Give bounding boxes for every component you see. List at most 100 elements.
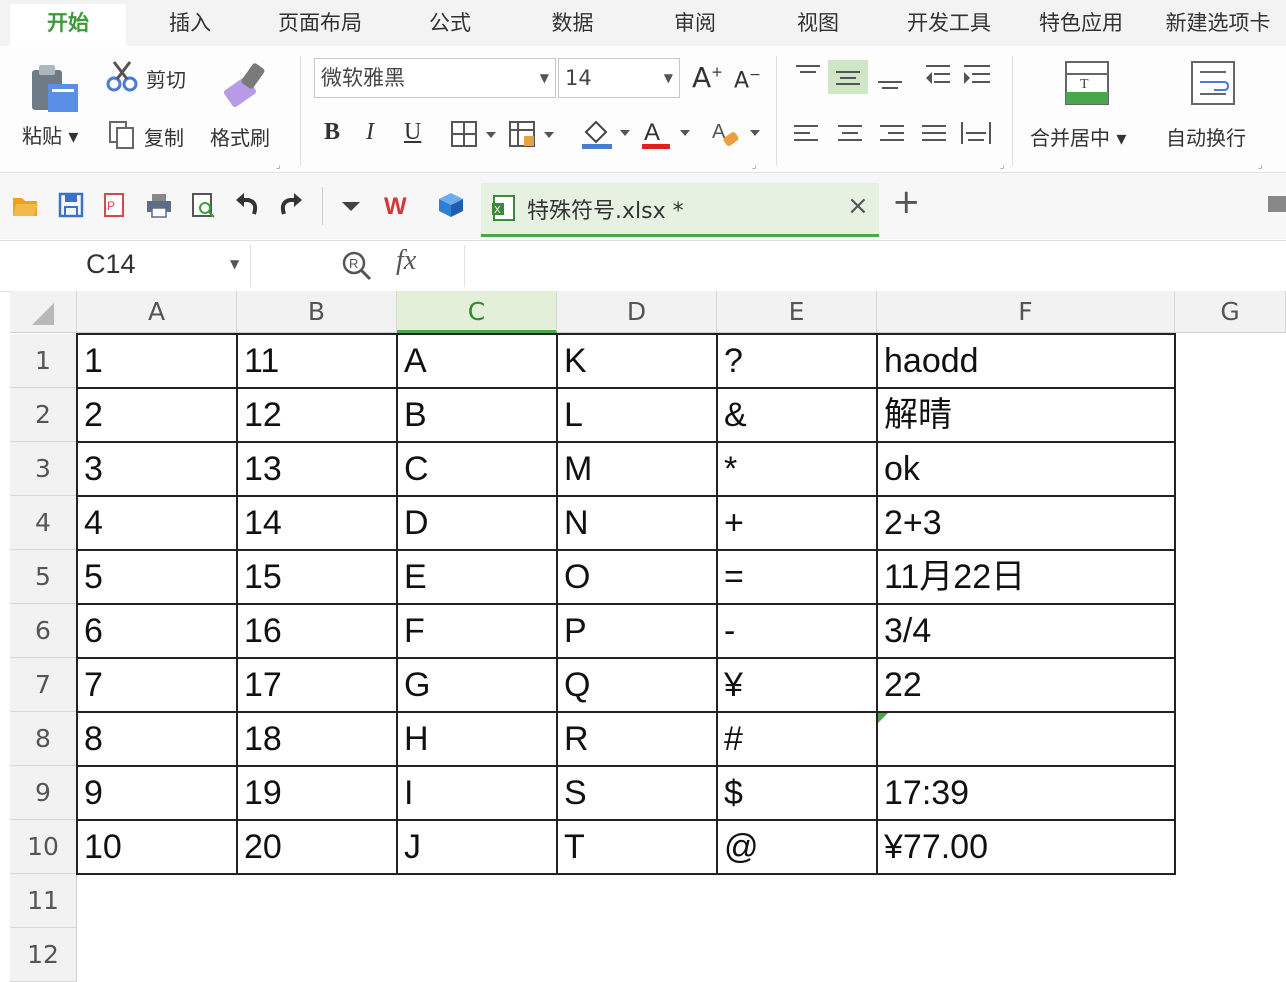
dialog-launcher-icon[interactable]: ⌟ xyxy=(276,160,281,171)
format-painter-icon[interactable] xyxy=(220,60,272,112)
column-header-g[interactable]: G xyxy=(1175,291,1286,333)
cell-f8[interactable] xyxy=(877,712,1175,766)
chevron-down-icon[interactable] xyxy=(338,192,364,218)
cell-style-icon[interactable] xyxy=(508,120,564,150)
cell-b10[interactable]: 20 xyxy=(237,820,397,874)
cell-a3[interactable]: 3 xyxy=(77,442,237,496)
cell-a2[interactable]: 2 xyxy=(77,388,237,442)
paste-button[interactable] xyxy=(28,62,82,118)
tab-review[interactable]: 审阅 xyxy=(645,0,745,46)
shrink-font-button[interactable]: A− xyxy=(734,68,761,92)
cell-d10[interactable]: T xyxy=(557,820,717,874)
cell-d6[interactable]: P xyxy=(557,604,717,658)
row-header-12[interactable]: 12 xyxy=(10,928,77,982)
column-header-b[interactable]: B xyxy=(237,291,397,333)
tab-new[interactable]: 新建选项卡 xyxy=(1150,0,1286,46)
dialog-launcher-icon[interactable]: ⌟ xyxy=(1258,160,1263,171)
column-header-e[interactable]: E xyxy=(717,291,877,333)
cell-e10[interactable]: @ xyxy=(717,820,877,874)
cell-d5[interactable]: O xyxy=(557,550,717,604)
cell-b7[interactable]: 17 xyxy=(237,658,397,712)
new-tab-plus-icon[interactable]: + xyxy=(892,185,921,219)
cell-c8[interactable]: H xyxy=(397,712,557,766)
cell-c1[interactable]: A xyxy=(397,334,557,388)
fx-icon[interactable]: fx xyxy=(396,245,416,277)
cell-f3[interactable]: ok xyxy=(877,442,1175,496)
cell-e7[interactable]: ¥ xyxy=(717,658,877,712)
cell-e6[interactable]: - xyxy=(717,604,877,658)
cut-button[interactable]: 剪切 xyxy=(106,58,206,94)
name-box[interactable]: C14 ▼ xyxy=(10,245,251,287)
formula-input[interactable] xyxy=(464,245,1286,287)
save-icon[interactable] xyxy=(58,192,84,218)
cell-f4[interactable]: 2+3 xyxy=(877,496,1175,550)
column-header-d[interactable]: D xyxy=(557,291,717,333)
cell-b5[interactable]: 15 xyxy=(237,550,397,604)
italic-button[interactable]: I xyxy=(366,120,374,144)
tab-developer[interactable]: 开发工具 xyxy=(885,0,1013,46)
row-header-4[interactable]: 4 xyxy=(10,496,77,550)
tab-special-apps[interactable]: 特色应用 xyxy=(1020,0,1142,46)
zoom-search-icon[interactable]: R xyxy=(340,249,374,283)
error-indicator-icon[interactable] xyxy=(878,713,888,723)
cell-c6[interactable]: F xyxy=(397,604,557,658)
cell-e8[interactable]: # xyxy=(717,712,877,766)
grow-font-button[interactable]: A+ xyxy=(692,64,723,92)
cell-a1[interactable]: 1 xyxy=(77,334,237,388)
cell-c10[interactable]: J xyxy=(397,820,557,874)
redo-icon[interactable] xyxy=(278,192,304,218)
cell-e5[interactable]: = xyxy=(717,550,877,604)
cell-d4[interactable]: N xyxy=(557,496,717,550)
bold-button[interactable]: B xyxy=(324,120,340,144)
row-header-11[interactable]: 11 xyxy=(10,874,77,928)
close-icon[interactable]: × xyxy=(847,191,869,221)
cell-c7[interactable]: G xyxy=(397,658,557,712)
font-name-select[interactable]: 微软雅黑 ▼ xyxy=(314,58,556,98)
cell-a5[interactable]: 5 xyxy=(77,550,237,604)
column-header-c[interactable]: C xyxy=(397,291,557,333)
row-header-9[interactable]: 9 xyxy=(10,766,77,820)
clear-format-icon[interactable]: A xyxy=(710,118,766,150)
cell-e9[interactable]: $ xyxy=(717,766,877,820)
tab-data[interactable]: 数据 xyxy=(520,0,625,46)
cube-icon[interactable] xyxy=(438,192,464,218)
column-header-f[interactable]: F xyxy=(877,291,1175,333)
cell-d9[interactable]: S xyxy=(557,766,717,820)
cell-f6[interactable]: 3/4 xyxy=(877,604,1175,658)
cell-f1[interactable]: haodd xyxy=(877,334,1175,388)
open-folder-icon[interactable] xyxy=(12,192,38,218)
font-color-icon[interactable]: A xyxy=(640,118,696,150)
merge-center-button[interactable]: 合并居中 ▾ xyxy=(1030,122,1126,151)
tab-insert[interactable]: 插入 xyxy=(140,0,240,46)
tab-home[interactable]: 开始 xyxy=(10,4,126,46)
tab-formulas[interactable]: 公式 xyxy=(400,0,500,46)
row-header-6[interactable]: 6 xyxy=(10,604,77,658)
tab-document[interactable]: X 特殊符号.xlsx * × xyxy=(481,183,879,237)
fill-color-icon[interactable] xyxy=(580,118,636,150)
wrap-text-icon[interactable] xyxy=(1190,60,1238,108)
cell-c4[interactable]: D xyxy=(397,496,557,550)
cell-e3[interactable]: * xyxy=(717,442,877,496)
cell-c3[interactable]: C xyxy=(397,442,557,496)
column-header-a[interactable]: A xyxy=(77,291,237,333)
print-icon[interactable] xyxy=(146,192,172,218)
cell-a4[interactable]: 4 xyxy=(77,496,237,550)
row-header-3[interactable]: 3 xyxy=(10,442,77,496)
cell-a6[interactable]: 6 xyxy=(77,604,237,658)
cell-e1[interactable]: ? xyxy=(717,334,877,388)
cell-f5[interactable]: 11月22日 xyxy=(877,550,1175,604)
cell-e4[interactable]: + xyxy=(717,496,877,550)
cell-f2[interactable]: 解晴 xyxy=(877,388,1175,442)
cell-d8[interactable]: R xyxy=(557,712,717,766)
row-header-5[interactable]: 5 xyxy=(10,550,77,604)
cell-d3[interactable]: M xyxy=(557,442,717,496)
cell-e2[interactable]: & xyxy=(717,388,877,442)
row-header-1[interactable]: 1 xyxy=(10,334,77,388)
font-size-select[interactable]: 14 ▼ xyxy=(558,58,680,98)
cell-d2[interactable]: L xyxy=(557,388,717,442)
cell-f10[interactable]: ¥77.00 xyxy=(877,820,1175,874)
cell-b2[interactable]: 12 xyxy=(237,388,397,442)
wrap-text-label[interactable]: 自动换行 xyxy=(1166,122,1246,151)
cell-b8[interactable]: 18 xyxy=(237,712,397,766)
cell-a9[interactable]: 9 xyxy=(77,766,237,820)
